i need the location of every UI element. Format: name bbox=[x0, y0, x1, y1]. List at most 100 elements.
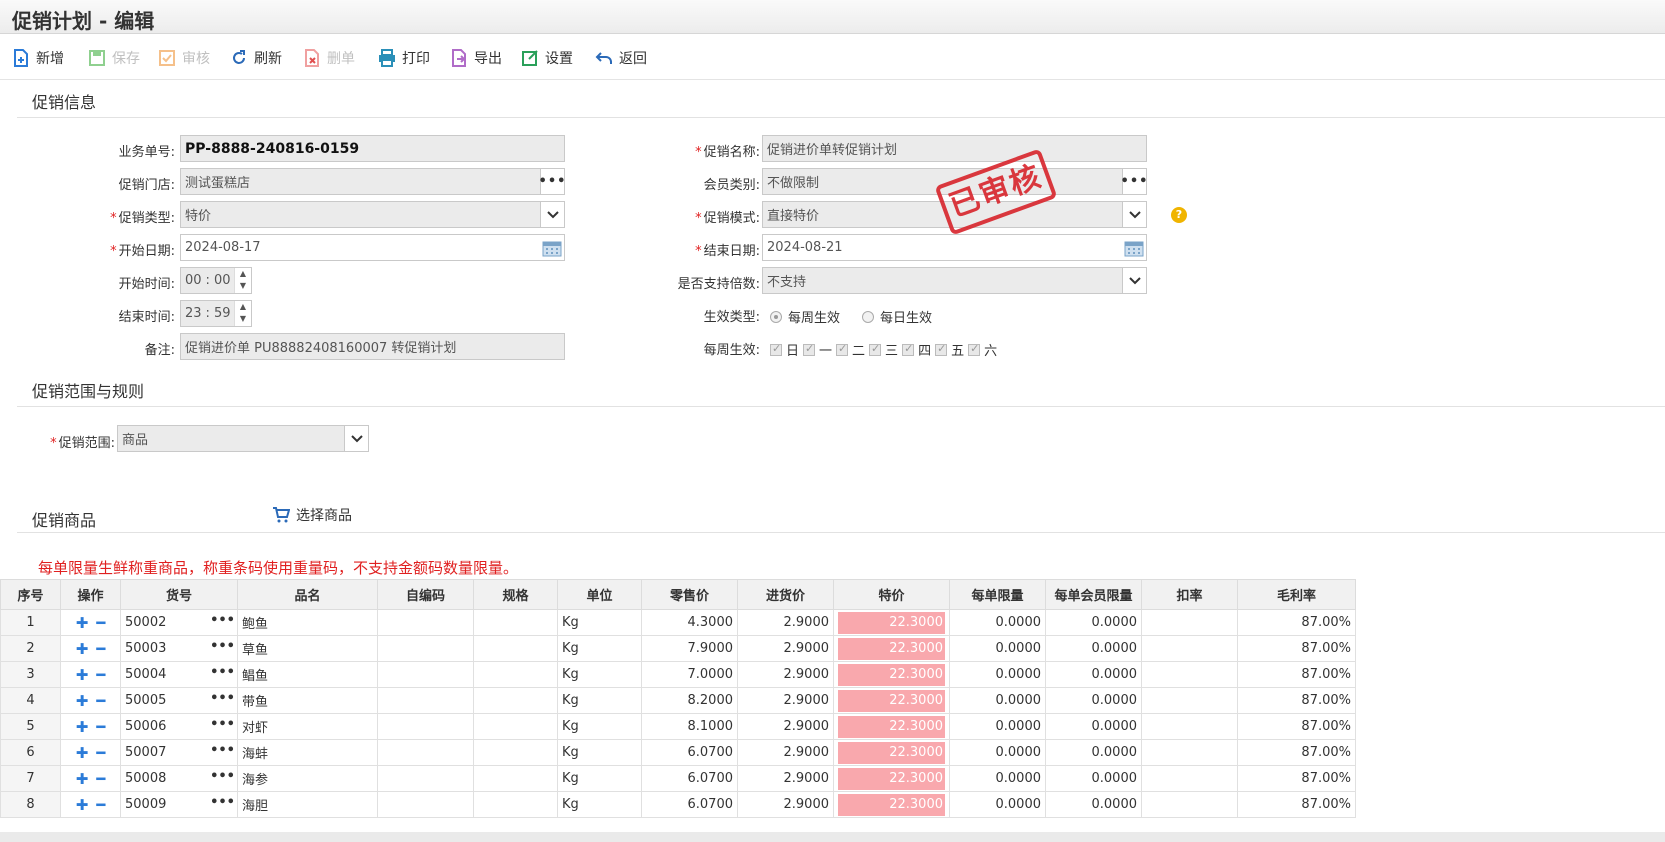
table-row[interactable]: 1 ✚ ━ 50002 ••• 鲍鱼 Kg 4.3000 2.9000 22.3000 0.0000… bbox=[0, 609, 1356, 636]
add-row-icon[interactable]: ✚ bbox=[76, 614, 89, 632]
row-limit[interactable]: 0.0000 bbox=[949, 765, 1046, 792]
row-selfcode[interactable] bbox=[377, 713, 474, 740]
effect-weekly-radio[interactable]: 每周生效 bbox=[770, 307, 840, 326]
row-member-limit[interactable]: 0.0000 bbox=[1045, 661, 1142, 688]
row-code[interactable]: 50004 ••• bbox=[120, 661, 238, 688]
start-date-calendar-button[interactable] bbox=[540, 235, 564, 260]
row-member-limit[interactable]: 0.0000 bbox=[1045, 739, 1142, 766]
row-selfcode[interactable] bbox=[377, 635, 474, 662]
end-time-field[interactable]: 23 : 59 ▲ ▼ bbox=[180, 300, 252, 327]
row-code[interactable]: 50008 ••• bbox=[120, 765, 238, 792]
row-special[interactable]: 22.3000 bbox=[833, 791, 950, 818]
multiple-dropdown-button[interactable] bbox=[1122, 268, 1146, 293]
start-hour[interactable]: 00 bbox=[185, 273, 202, 288]
row-code[interactable]: 50009 ••• bbox=[120, 791, 238, 818]
type-select[interactable]: 特价 bbox=[180, 201, 565, 228]
scope-dropdown-button[interactable] bbox=[344, 426, 368, 451]
add-row-icon[interactable]: ✚ bbox=[76, 796, 89, 814]
start-time-stepper[interactable]: ▲ ▼ bbox=[234, 268, 251, 293]
end-date-field[interactable]: 2024-08-21 bbox=[762, 234, 1147, 261]
store-field[interactable]: 测试蛋糕店 ••• bbox=[180, 168, 565, 195]
row-limit[interactable]: 0.0000 bbox=[949, 791, 1046, 818]
table-row[interactable]: 7 ✚ ━ 50008 ••• 海参 Kg 6.0700 2.9000 22.3000 0.0000… bbox=[0, 765, 1356, 792]
end-hour[interactable]: 23 bbox=[185, 306, 202, 321]
add-row-icon[interactable]: ✚ bbox=[76, 718, 89, 736]
row-code[interactable]: 50003 ••• bbox=[120, 635, 238, 662]
row-special[interactable]: 22.3000 bbox=[833, 635, 950, 662]
row-special[interactable]: 22.3000 bbox=[833, 609, 950, 636]
row-member-limit[interactable]: 0.0000 bbox=[1045, 713, 1142, 740]
back-button[interactable]: 返回 bbox=[595, 45, 647, 71]
row-code[interactable]: 50007 ••• bbox=[120, 739, 238, 766]
more-icon[interactable]: ••• bbox=[210, 639, 235, 654]
row-selfcode[interactable] bbox=[377, 739, 474, 766]
save-button[interactable]: 保存 bbox=[88, 45, 140, 71]
new-button[interactable]: 新增 bbox=[12, 45, 64, 71]
weekday-tue[interactable]: 二 bbox=[836, 340, 865, 359]
more-icon[interactable]: ••• bbox=[210, 613, 235, 628]
table-row[interactable]: 6 ✚ ━ 50007 ••• 海蚌 Kg 6.0700 2.9000 22.3000 0.0000… bbox=[0, 739, 1356, 766]
row-limit[interactable]: 0.0000 bbox=[949, 609, 1046, 636]
export-button[interactable]: 导出 bbox=[450, 45, 502, 71]
table-row[interactable]: 2 ✚ ━ 50003 ••• 草鱼 Kg 7.9000 2.9000 22.3000 0.0000… bbox=[0, 635, 1356, 662]
remove-row-icon[interactable]: ━ bbox=[96, 744, 105, 762]
store-picker-button[interactable]: ••• bbox=[539, 169, 564, 194]
end-minute[interactable]: 59 bbox=[214, 306, 231, 321]
member-picker-button[interactable]: ••• bbox=[1121, 169, 1146, 194]
row-special[interactable]: 22.3000 bbox=[833, 661, 950, 688]
row-special[interactable]: 22.3000 bbox=[833, 739, 950, 766]
more-icon[interactable]: ••• bbox=[210, 795, 235, 810]
settings-button[interactable]: 设置 bbox=[521, 45, 573, 71]
delete-button[interactable]: 删单 bbox=[303, 45, 355, 71]
remove-row-icon[interactable]: ━ bbox=[96, 692, 105, 710]
row-member-limit[interactable]: 0.0000 bbox=[1045, 687, 1142, 714]
weekday-sat[interactable]: 六 bbox=[968, 340, 997, 359]
remove-row-icon[interactable]: ━ bbox=[96, 796, 105, 814]
name-field[interactable]: 促销进价单转促销计划 bbox=[762, 135, 1147, 162]
weekday-thu[interactable]: 四 bbox=[902, 340, 931, 359]
add-row-icon[interactable]: ✚ bbox=[76, 692, 89, 710]
more-icon[interactable]: ••• bbox=[210, 769, 235, 784]
effect-daily-radio[interactable]: 每日生效 bbox=[862, 307, 932, 326]
start-date-field[interactable]: 2024-08-17 bbox=[180, 234, 565, 261]
remove-row-icon[interactable]: ━ bbox=[96, 640, 105, 658]
row-code[interactable]: 50005 ••• bbox=[120, 687, 238, 714]
scope-select[interactable]: 商品 bbox=[117, 425, 369, 452]
row-member-limit[interactable]: 0.0000 bbox=[1045, 635, 1142, 662]
remark-field[interactable]: 促销进价单 PU88882408160007 转促销计划 bbox=[180, 333, 565, 360]
row-limit[interactable]: 0.0000 bbox=[949, 687, 1046, 714]
row-selfcode[interactable] bbox=[377, 687, 474, 714]
table-row[interactable]: 3 ✚ ━ 50004 ••• 鲳鱼 Kg 7.0000 2.9000 22.3000 0.0000… bbox=[0, 661, 1356, 688]
more-icon[interactable]: ••• bbox=[210, 665, 235, 680]
row-selfcode[interactable] bbox=[377, 765, 474, 792]
row-limit[interactable]: 0.0000 bbox=[949, 661, 1046, 688]
end-date-calendar-button[interactable] bbox=[1122, 235, 1146, 260]
print-button[interactable]: 打印 bbox=[378, 45, 430, 71]
row-special[interactable]: 22.3000 bbox=[833, 713, 950, 740]
start-minute[interactable]: 00 bbox=[214, 273, 231, 288]
type-dropdown-button[interactable] bbox=[540, 202, 564, 227]
row-limit[interactable]: 0.0000 bbox=[949, 713, 1046, 740]
weekday-sun[interactable]: 日 bbox=[770, 340, 799, 359]
remove-row-icon[interactable]: ━ bbox=[96, 666, 105, 684]
row-member-limit[interactable]: 0.0000 bbox=[1045, 791, 1142, 818]
weekday-fri[interactable]: 五 bbox=[935, 340, 964, 359]
row-member-limit[interactable]: 0.0000 bbox=[1045, 609, 1142, 636]
mode-dropdown-button[interactable] bbox=[1122, 202, 1146, 227]
audit-button[interactable]: 审核 bbox=[158, 45, 210, 71]
row-selfcode[interactable] bbox=[377, 609, 474, 636]
more-icon[interactable]: ••• bbox=[210, 743, 235, 758]
add-row-icon[interactable]: ✚ bbox=[76, 640, 89, 658]
help-icon[interactable]: ? bbox=[1171, 207, 1187, 223]
remove-row-icon[interactable]: ━ bbox=[96, 718, 105, 736]
start-time-field[interactable]: 00 : 00 ▲ ▼ bbox=[180, 267, 252, 294]
weekday-wed[interactable]: 三 bbox=[869, 340, 898, 359]
multiple-select[interactable]: 不支持 bbox=[762, 267, 1147, 294]
row-special[interactable]: 22.3000 bbox=[833, 765, 950, 792]
remove-row-icon[interactable]: ━ bbox=[96, 614, 105, 632]
horizontal-scrollbar[interactable] bbox=[0, 832, 1665, 842]
row-limit[interactable]: 0.0000 bbox=[949, 739, 1046, 766]
more-icon[interactable]: ••• bbox=[210, 717, 235, 732]
end-time-stepper[interactable]: ▲ ▼ bbox=[234, 301, 251, 326]
refresh-button[interactable]: 刷新 bbox=[230, 45, 282, 71]
